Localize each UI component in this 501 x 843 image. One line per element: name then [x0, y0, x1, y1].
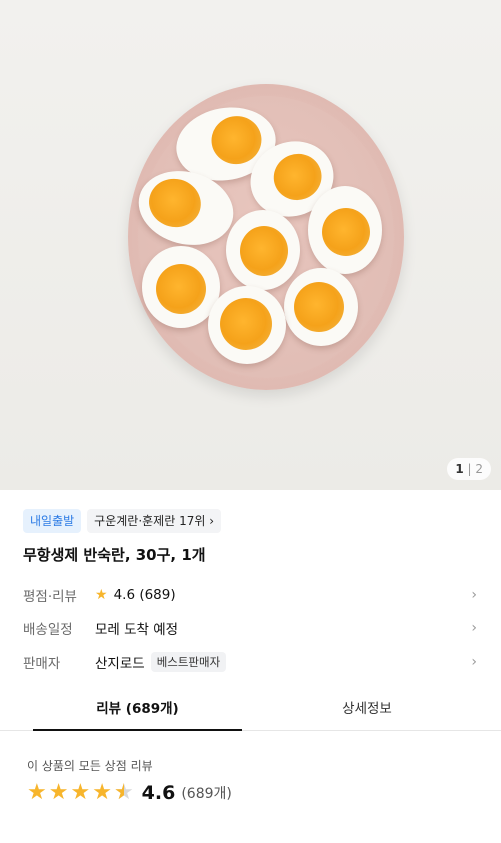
egg-image [284, 268, 358, 346]
egg-image [308, 186, 382, 274]
ranking-badge[interactable]: 구운계란·훈제란 17위 › [87, 509, 222, 533]
shipping-row[interactable]: 배송일정 모레 도착 예정 › [23, 616, 483, 640]
egg-image [208, 286, 286, 364]
rating-stars: ★ ★ ★ ★ ★ [27, 780, 134, 806]
chevron-right-icon: › [471, 620, 477, 636]
review-summary: ★ ★ ★ ★ ★ 4.6 (689개) [27, 780, 232, 806]
rating-row[interactable]: 평점·리뷰 ★ 4.6 (689) › [23, 583, 483, 607]
product-title: 무항생제 반숙란, 30구, 1개 [23, 546, 206, 564]
star-icon: ★ [48, 780, 69, 805]
seller-label: 판매자 [23, 656, 61, 672]
tab-details[interactable]: 상세정보 [262, 691, 472, 731]
best-seller-badge: 베스트판매자 [150, 652, 227, 672]
gallery-pager: 1 | 2 [447, 458, 491, 480]
review-subtitle: 이 상품의 모든 상점 리뷰 [27, 759, 153, 773]
egg-image [226, 210, 300, 290]
seller-name: 산지로드 [95, 656, 145, 672]
chevron-right-icon: › [471, 654, 477, 670]
shipping-value: 모레 도착 예정 [95, 622, 179, 638]
rating-value: 4.6 (689) [113, 587, 176, 603]
pager-total: 2 [475, 462, 483, 476]
pager-current: 1 [455, 462, 464, 476]
half-star-icon: ★ [114, 781, 134, 806]
star-icon: ★ [95, 587, 108, 603]
star-icon: ★ [27, 780, 47, 805]
badge-row: 내일출발 구운계란·훈제란 17위 › [23, 509, 222, 533]
tab-reviews[interactable]: 리뷰 (689개) [33, 691, 242, 731]
star-icon: ★ [70, 780, 91, 805]
delivery-badge: 내일출발 [23, 509, 82, 533]
tab-bar: 리뷰 (689개) 상세정보 [0, 691, 501, 731]
product-image[interactable]: 1 | 2 [0, 0, 501, 490]
review-score: 4.6 [141, 782, 176, 804]
review-count: (689개) [181, 786, 232, 802]
rating-label: 평점·리뷰 [23, 589, 77, 605]
chevron-right-icon: › [471, 587, 477, 603]
shipping-label: 배송일정 [23, 622, 73, 638]
seller-row[interactable]: 판매자 산지로드 베스트판매자 › [23, 650, 483, 674]
star-icon: ★ [92, 780, 112, 805]
